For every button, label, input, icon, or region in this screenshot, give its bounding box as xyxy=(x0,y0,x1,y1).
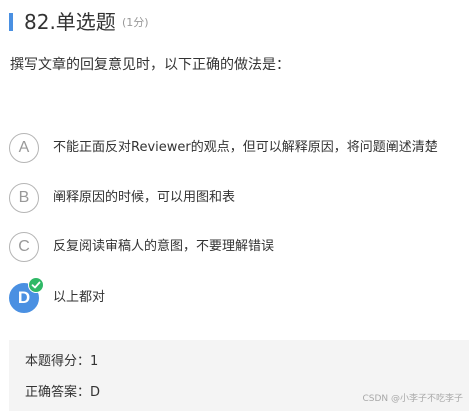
option-a[interactable]: A 不能正面反对Reviewer的观点，但可以解释原因，将问题阐述清楚 xyxy=(9,133,469,163)
answer-value: D xyxy=(90,385,101,400)
question-stem: 撰写文章的回复意见时，以下正确的做法是： xyxy=(10,57,290,73)
option-a-letter: A xyxy=(9,133,39,163)
question-score-label: (1分) xyxy=(122,16,149,29)
option-d-text: 以上都对 xyxy=(53,290,106,305)
option-c-text: 反复阅读审稿人的意图，不要理解错误 xyxy=(53,239,275,254)
option-c[interactable]: C 反复阅读审稿人的意图，不要理解错误 xyxy=(9,232,469,262)
option-a-text: 不能正面反对Reviewer的观点，但可以解释原因，将问题阐述清楚 xyxy=(53,140,438,155)
title-accent-bar xyxy=(9,13,13,31)
score-label: 本题得分： xyxy=(25,354,91,369)
option-b[interactable]: B 阐释原因的时候，可以用图和表 xyxy=(9,183,469,213)
score-value: 1 xyxy=(90,354,99,369)
option-b-letter: B xyxy=(9,183,39,213)
option-b-text: 阐释原因的时候，可以用图和表 xyxy=(53,190,236,205)
watermark: CSDN @小李子不吃李子 xyxy=(362,394,463,404)
question-title: 82.单选题 xyxy=(24,10,116,34)
answer-label: 正确答案： xyxy=(25,385,91,400)
answer-row: 正确答案：D xyxy=(25,384,100,402)
option-d[interactable]: D 以上都对 xyxy=(9,277,469,313)
check-icon xyxy=(28,277,44,293)
score-row: 本题得分：1 xyxy=(25,353,98,371)
option-c-letter: C xyxy=(9,232,39,262)
